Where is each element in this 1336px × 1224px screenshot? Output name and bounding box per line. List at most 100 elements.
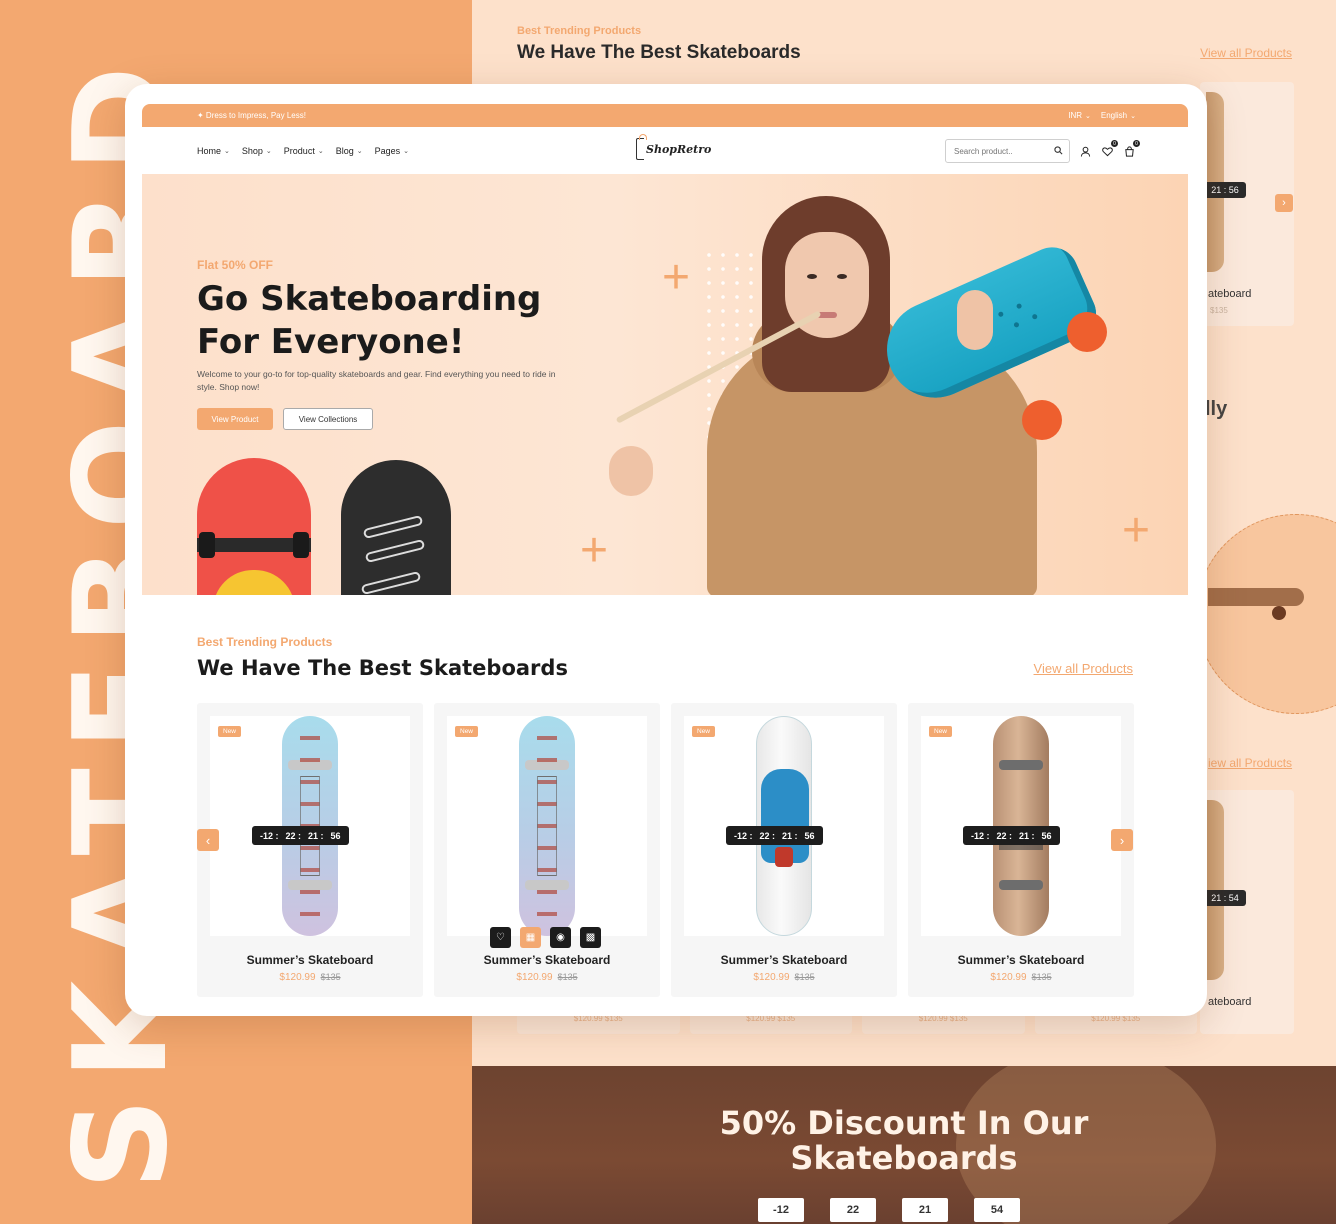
skateboard-truck: [525, 880, 569, 890]
skateboard-graphic: [213, 570, 295, 595]
countdown-timer: -12 : 22 : 21 : 56: [963, 826, 1060, 845]
trending-products-section: Best Trending Products We Have The Best …: [142, 595, 1188, 999]
product-card[interactable]: New ♡ ▦ ◉ ▩ Summer’s Skateboard $120.99 …: [434, 703, 660, 997]
new-badge: New: [929, 726, 953, 737]
menu-item-home[interactable]: Home ⌄: [197, 146, 230, 156]
cart-count-badge: 0: [1133, 140, 1140, 147]
promo-countdown-box: -12: [758, 1198, 804, 1222]
heart-icon[interactable]: ♡: [490, 927, 511, 948]
announcement-text: ✦ Dress to Impress, Pay Less!: [197, 111, 306, 120]
menu-item-pages[interactable]: Pages ⌄: [375, 146, 409, 156]
menu-item-product[interactable]: Product ⌄: [284, 146, 324, 156]
background-wheel: [1272, 606, 1286, 620]
hero-title-line1: Go Skateboarding: [197, 279, 542, 319]
section-kicker: Best Trending Products: [197, 635, 333, 649]
product-image-box: New -12 : 22 : 21 : 56: [921, 716, 1121, 936]
site-logo[interactable]: ShopRetro: [636, 134, 712, 160]
countdown-hours: 22 :: [996, 830, 1013, 841]
deck-sticker: [362, 514, 424, 540]
chevron-down-icon: ⌄: [317, 147, 324, 155]
chevron-down-icon: ⌄: [1130, 113, 1136, 120]
background-longboard-image: [1208, 588, 1304, 606]
menu-item-blog[interactable]: Blog ⌄: [336, 146, 363, 156]
view-all-products-link[interactable]: View all Products: [1034, 661, 1133, 676]
product-name[interactable]: Summer’s Skateboard: [434, 953, 660, 967]
skateboard-image: [519, 716, 575, 936]
announcement-bar: ✦ Dress to Impress, Pay Less! INR ⌄ Engli…: [142, 104, 1188, 127]
countdown-timer: -12 : 22 : 21 : 56: [726, 826, 823, 845]
product-price: $120.99 $135: [197, 972, 423, 983]
background-card-name: ateboard: [1208, 288, 1252, 300]
product-quick-actions: ♡ ▦ ◉ ▩: [490, 927, 601, 948]
original-price: $135: [1031, 972, 1052, 982]
product-card[interactable]: New -12 : 22 : 21 : 56 Summer’s Skateboa…: [197, 703, 423, 997]
search-input[interactable]: [954, 146, 1044, 156]
deck-graphic: [761, 769, 809, 867]
trash-icon[interactable]: ▩: [580, 927, 601, 948]
original-price: $135: [320, 972, 341, 982]
user-icon[interactable]: [1078, 144, 1092, 158]
countdown-hours: 22 :: [285, 830, 302, 841]
skateboard-bolt: [1031, 313, 1039, 320]
chevron-down-icon: ⌄: [265, 147, 272, 155]
skateboard-wheel: [1067, 312, 1107, 352]
deck-graphic: [537, 776, 557, 876]
model-hand: [609, 446, 653, 496]
sale-price: $120.99: [279, 972, 316, 983]
shopping-bag-logo-icon: [636, 134, 647, 160]
product-name[interactable]: Summer’s Skateboard: [908, 953, 1134, 967]
carousel-next-arrow-icon[interactable]: ›: [1111, 829, 1133, 851]
search-box: [945, 139, 1070, 163]
deck-sticker: [364, 538, 426, 564]
view-product-button[interactable]: View Product: [197, 408, 273, 430]
hero-model-image: [597, 192, 1137, 595]
hero-title-line2: For Everyone!: [197, 322, 465, 362]
model-arm: [957, 290, 993, 350]
carousel-prev-arrow-icon[interactable]: ‹: [197, 829, 219, 851]
background-card-price: $135: [1210, 306, 1228, 315]
main-menu: Home ⌄ Shop ⌄ Product ⌄ Blog ⌄ Pages ⌄: [197, 146, 409, 156]
skateboard-bolt: [997, 310, 1005, 318]
product-name[interactable]: Summer’s Skateboard: [197, 953, 423, 967]
skateboard-bolt: [1013, 321, 1020, 329]
menu-item-label: Pages: [374, 145, 401, 156]
language-select[interactable]: English ⌄: [1101, 111, 1136, 120]
new-badge: New: [455, 726, 479, 737]
black-skateboard-image: [341, 460, 451, 595]
model-eye: [807, 274, 817, 279]
menu-item-shop[interactable]: Shop ⌄: [242, 146, 272, 156]
chevron-down-icon: ⌄: [403, 147, 409, 155]
product-card[interactable]: New -12 : 22 : 21 : 56 Summer’s Skateboa…: [671, 703, 897, 997]
search-icon[interactable]: [1054, 142, 1063, 160]
background-partial-heading: lly: [1205, 398, 1228, 420]
wishlist-count-badge: 0: [1111, 140, 1118, 147]
currency-select[interactable]: INR ⌄: [1068, 111, 1091, 120]
background-section-title: We Have The Best Skateboards: [517, 42, 801, 63]
skateboard-wheel: [199, 532, 215, 558]
countdown-seconds: 56: [804, 830, 815, 841]
chevron-down-icon: ⌄: [1085, 113, 1091, 120]
wishlist-icon[interactable]: 0: [1100, 140, 1118, 158]
background-countdown-2: 21 : 54: [1204, 890, 1246, 906]
menu-item-label: Blog: [335, 145, 354, 156]
currency-label: INR: [1068, 111, 1082, 120]
sale-price: $120.99: [753, 972, 790, 983]
product-card[interactable]: New -12 : 22 : 21 : 56 Summer’s Skateboa…: [908, 703, 1134, 997]
product-name[interactable]: Summer’s Skateboard: [671, 953, 897, 967]
menu-item-label: Shop: [241, 145, 263, 156]
promo-countdown: -12 22 21 54: [758, 1198, 1020, 1222]
cart-icon[interactable]: 0: [1122, 140, 1140, 158]
hero-banner: + + + Flat 50% OFF Go Skateboarding For …: [142, 174, 1188, 595]
original-price: $135: [557, 972, 578, 982]
new-badge: New: [218, 726, 242, 737]
view-collections-button[interactable]: View Collections: [283, 408, 373, 430]
countdown-days: -12 :: [971, 830, 990, 841]
skateboard-truck: [999, 880, 1043, 890]
logo-text: ShopRetro: [646, 142, 712, 156]
background-view-all-link: View all Products: [1200, 46, 1292, 60]
eye-icon[interactable]: ◉: [550, 927, 571, 948]
section-title: We Have The Best Skateboards: [197, 656, 568, 680]
countdown-seconds: 56: [330, 830, 341, 841]
cart-icon[interactable]: ▦: [520, 927, 541, 948]
sale-price: $120.99: [990, 972, 1027, 983]
